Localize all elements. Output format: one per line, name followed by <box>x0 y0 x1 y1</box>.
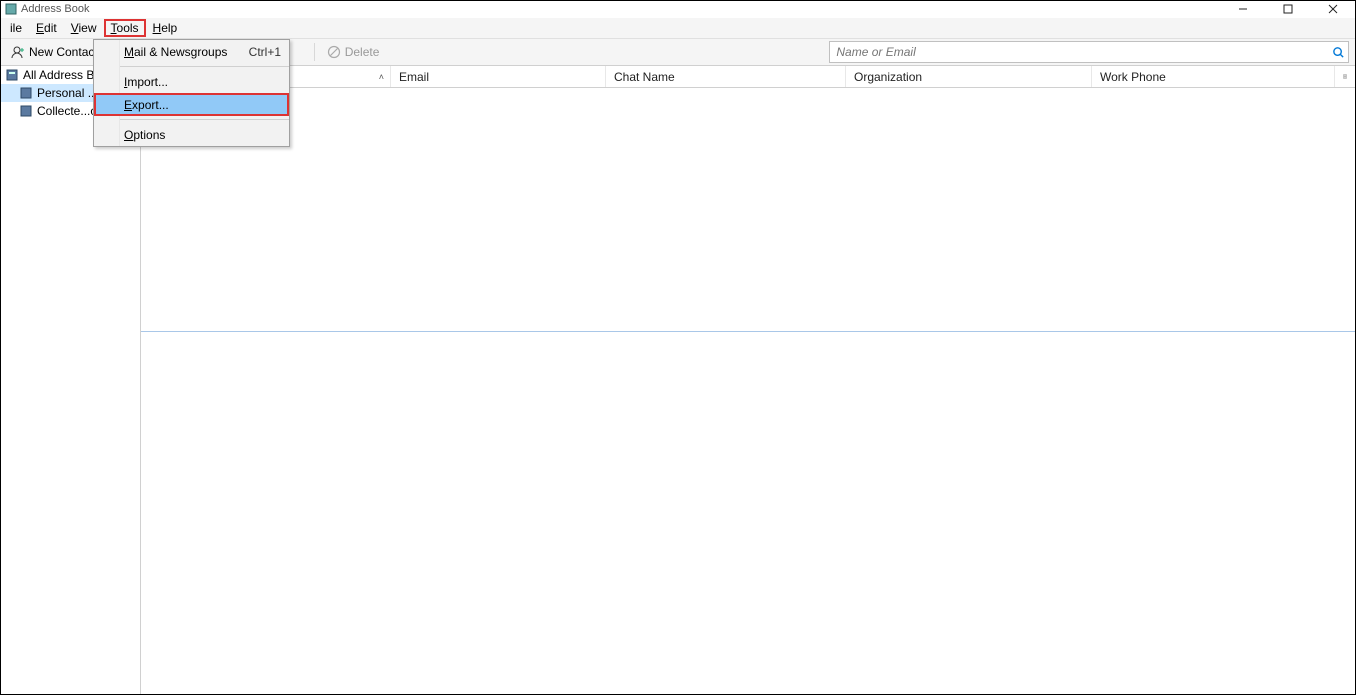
new-contact-label: New Contact <box>29 45 98 59</box>
menu-item-mail-newsgroups[interactable]: Mail & Newsgroups Ctrl+1 <box>94 40 289 63</box>
menu-item-label: Export... <box>124 98 169 112</box>
sidebar-item-label: Collecte...c <box>37 104 96 118</box>
search-icon[interactable] <box>1328 46 1348 59</box>
column-headers: ˄ Email Chat Name Organization Work Phon… <box>141 66 1355 88</box>
menu-item-export[interactable]: Export... <box>94 93 289 116</box>
menu-separator <box>94 119 289 120</box>
app-icon <box>5 3 17 15</box>
menu-view[interactable]: View <box>64 19 104 37</box>
sidebar-root-label: All Address B <box>23 68 94 82</box>
delete-button[interactable]: Delete <box>321 43 386 61</box>
menu-item-shortcut: Ctrl+1 <box>249 45 281 59</box>
column-organization[interactable]: Organization <box>846 66 1092 87</box>
content-area: ˄ Email Chat Name Organization Work Phon… <box>141 66 1355 694</box>
contact-list[interactable] <box>141 88 1355 332</box>
column-chat[interactable]: Chat Name <box>606 66 846 87</box>
column-email[interactable]: Email <box>391 66 606 87</box>
window-title: Address Book <box>21 3 1220 15</box>
detail-pane <box>141 332 1355 694</box>
new-contact-icon <box>11 45 25 59</box>
book-icon <box>19 105 33 117</box>
new-contact-button[interactable]: New Contact <box>5 43 104 61</box>
sort-ascending-icon: ˄ <box>379 72 384 82</box>
menu-item-options[interactable]: Options <box>94 123 289 146</box>
menu-tools[interactable]: Tools <box>104 19 146 37</box>
menubar: ile Edit View Tools Help <box>1 18 1355 39</box>
sidebar: All Address B Personal .. Collecte...c <box>1 66 141 694</box>
delete-icon <box>327 45 341 59</box>
menu-item-label: Options <box>124 128 165 142</box>
delete-label: Delete <box>345 45 380 59</box>
menu-item-label: Mail & Newsgroups <box>124 45 227 59</box>
menu-separator <box>94 66 289 67</box>
maximize-button[interactable] <box>1265 1 1310 18</box>
book-icon <box>19 87 33 99</box>
menu-edit[interactable]: Edit <box>29 19 64 37</box>
menu-file[interactable]: ile <box>3 19 29 37</box>
menu-item-label: Import... <box>124 75 168 89</box>
menu-item-import[interactable]: Import... <box>94 70 289 93</box>
close-button[interactable] <box>1310 1 1355 18</box>
search-input[interactable] <box>830 43 1328 61</box>
main-area: All Address B Personal .. Collecte...c ˄… <box>1 66 1355 694</box>
sidebar-item-label: Personal .. <box>37 86 94 100</box>
search-box[interactable] <box>829 41 1349 63</box>
addressbook-icon <box>5 69 19 81</box>
title-bar: Address Book <box>1 1 1355 18</box>
column-workphone[interactable]: Work Phone <box>1092 66 1335 87</box>
menu-help[interactable]: Help <box>146 19 185 37</box>
toolbar-separator <box>314 43 315 61</box>
tools-dropdown: Mail & Newsgroups Ctrl+1 Import... Expor… <box>93 39 290 147</box>
column-picker-button[interactable] <box>1335 66 1355 87</box>
minimize-button[interactable] <box>1220 1 1265 18</box>
